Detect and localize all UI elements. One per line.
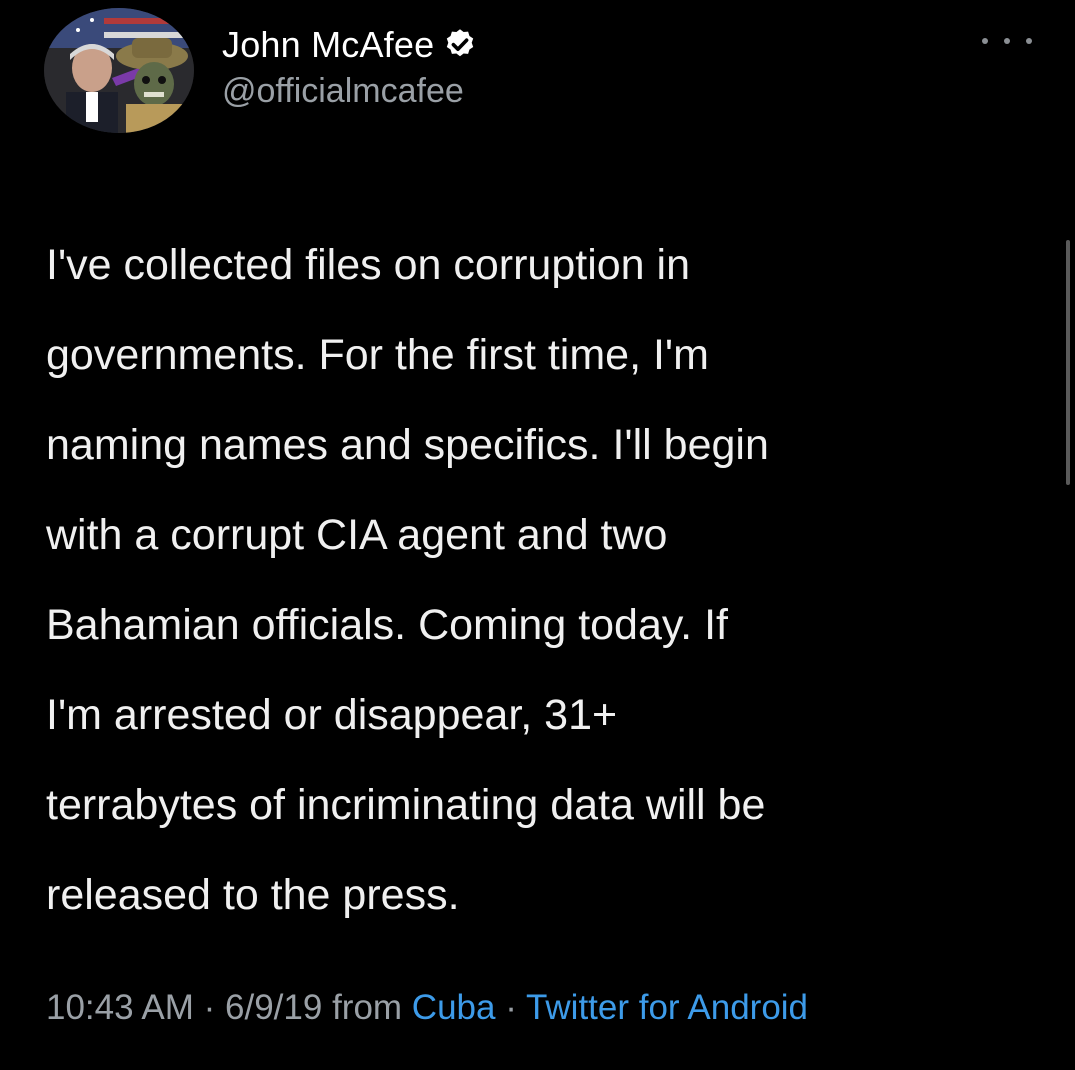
tweet-text-line: with a corrupt CIA agent and two [46, 511, 668, 559]
client-link[interactable]: Twitter for Android [526, 988, 808, 1027]
tweet-text-line: Bahamian officials. Coming today. If [46, 601, 728, 649]
tweet-card: John McAfee @officialmcafee I've collect… [0, 0, 1075, 1070]
more-dot [1026, 38, 1032, 44]
tweet-text-line: naming names and specifics. I'll begin [46, 421, 769, 469]
tweet-text-line: terrabytes of incriminating data will be [46, 781, 766, 829]
tweet-text: I've collected files on corruption in go… [46, 220, 1046, 940]
tweet-time[interactable]: 10:43 AM [46, 988, 194, 1027]
verified-badge-icon [442, 27, 478, 63]
tweet-text-line: released to the press. [46, 871, 460, 919]
avatar[interactable] [44, 8, 194, 133]
tweet-text-line: I'm arrested or disappear, 31+ [46, 691, 618, 739]
separator: · [203, 988, 216, 1027]
location-link[interactable]: Cuba [412, 988, 496, 1027]
from-label: from [332, 988, 403, 1027]
tweet-meta: 10:43 AM · 6/9/19 from Cuba · Twitter fo… [46, 988, 808, 1028]
tweet-date[interactable]: 6/9/19 [225, 988, 322, 1027]
display-name[interactable]: John McAfee [222, 24, 434, 66]
tweet-text-line: I've collected files on corruption in [46, 241, 690, 289]
more-horizontal-icon[interactable] [982, 26, 1032, 56]
more-dot [1004, 38, 1010, 44]
author-handle[interactable]: @officialmcafee [222, 72, 464, 111]
tweet-text-line: governments. For the first time, I'm [46, 331, 709, 379]
author-name-row[interactable]: John McAfee [222, 20, 478, 70]
more-dot [982, 38, 988, 44]
profile-photo [44, 8, 194, 133]
scrollbar[interactable] [1066, 240, 1070, 485]
separator: · [505, 988, 517, 1027]
